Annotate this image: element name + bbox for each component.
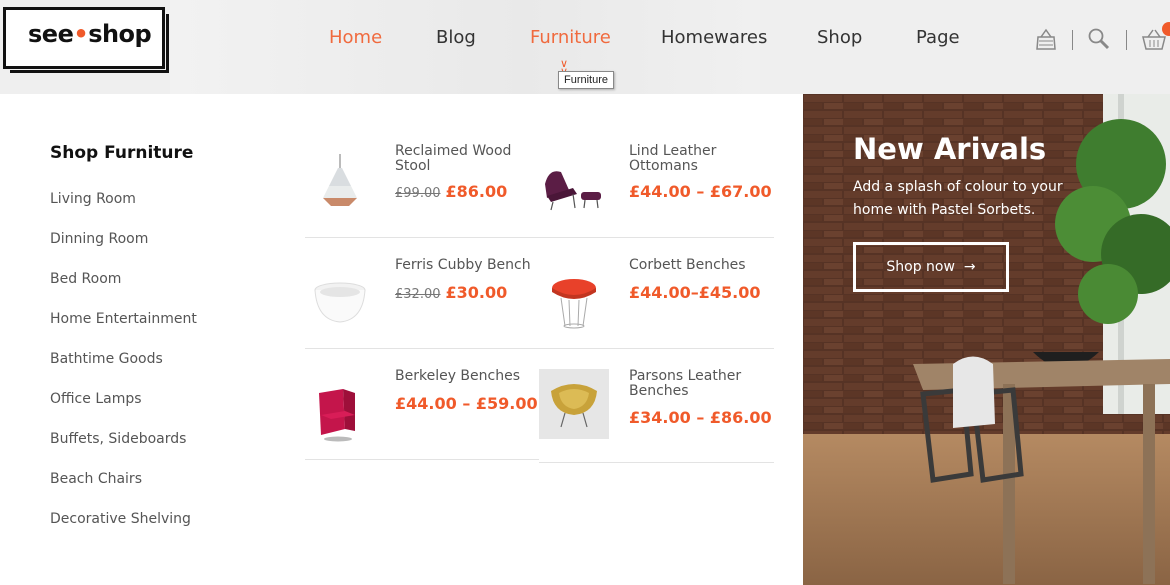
product-old-price: £32.00 (395, 287, 441, 302)
promo-background-image (803, 94, 1170, 585)
product-name[interactable]: Corbett Benches (629, 258, 769, 273)
row-divider (305, 348, 774, 349)
product-card[interactable]: Reclaimed Wood Stool £99.00 £86.00 (305, 144, 539, 255)
nav-page[interactable]: Page (916, 27, 960, 48)
category-living-room[interactable]: Living Room (50, 191, 197, 231)
product-card[interactable]: Lind Leather Ottomans £44.00 – £67.00 (539, 144, 773, 255)
product-sale-price: £30.00 (445, 283, 508, 302)
product-sale-price: £34.00 – £86.00 (629, 408, 772, 427)
header-separator (1126, 30, 1127, 50)
category-office-lamps[interactable]: Office Lamps (50, 391, 197, 431)
promo-title: New Arivals (853, 132, 1047, 166)
category-decorative-shelving[interactable]: Decorative Shelving (50, 511, 197, 551)
nav-home[interactable]: Home (329, 27, 382, 48)
product-name[interactable]: Berkeley Benches (395, 369, 535, 384)
armchair-icon (319, 389, 355, 442)
product-name[interactable]: Lind Leather Ottomans (629, 144, 769, 174)
shop-now-label: Shop now (886, 259, 955, 275)
product-card[interactable]: Corbett Benches £44.00–£45.00 (539, 258, 773, 369)
bowl-icon (314, 282, 366, 323)
pendant-lamp-icon (323, 154, 357, 206)
product-old-price: £99.00 (395, 186, 441, 201)
product-sale-price: £44.00 – £59.00 (395, 394, 538, 413)
shop-now-button[interactable]: Shop now → (853, 242, 1009, 292)
header-separator (1072, 30, 1073, 50)
product-price: £32.00 £30.00 (395, 283, 507, 302)
search-icon[interactable] (1087, 27, 1111, 51)
product-name[interactable]: Reclaimed Wood Stool (395, 144, 535, 174)
promo-subtitle: Add a splash of colour to your home with… (853, 179, 1063, 218)
product-name[interactable]: Ferris Cubby Bench (395, 258, 535, 273)
product-price: £44.00 – £59.00 (395, 394, 538, 413)
product-name[interactable]: Parsons Leather Benches (629, 369, 769, 399)
category-beach-chairs[interactable]: Beach Chairs (50, 471, 197, 511)
product-card[interactable]: Berkeley Benches £44.00 – £59.00 (305, 369, 539, 480)
lounge-chair-icon (545, 171, 601, 211)
stool-icon (552, 279, 596, 329)
category-title: Shop Furniture (50, 143, 194, 163)
nav-shop[interactable]: Shop (817, 27, 862, 48)
product-card[interactable]: Ferris Cubby Bench £32.00 £30.00 (305, 258, 539, 369)
logo-dot: • (73, 20, 89, 48)
product-card[interactable]: Parsons Leather Benches £34.00 – £86.00 (539, 369, 773, 480)
product-price: £99.00 £86.00 (395, 182, 507, 201)
product-sale-price: £86.00 (445, 182, 508, 201)
nav-tooltip: Furniture (558, 71, 615, 89)
category-bathtime-goods[interactable]: Bathtime Goods (50, 351, 197, 391)
promo-banner: New Arivals Add a splash of colour to yo… (803, 94, 1170, 585)
logo-text-part2: shop (88, 20, 152, 48)
logo-text: see•shop (28, 20, 152, 48)
row-divider (305, 459, 539, 460)
nav-furniture[interactable]: Furniture (530, 27, 611, 48)
product-sale-price: £44.00 – £67.00 (629, 182, 772, 201)
row-divider (539, 462, 774, 463)
nav-blog[interactable]: Blog (436, 27, 476, 48)
logo-text-part1: see (28, 20, 74, 48)
product-sale-price: £44.00–£45.00 (629, 283, 761, 302)
nav-homewares[interactable]: Homewares (661, 27, 767, 48)
logo[interactable]: see•shop (3, 7, 169, 73)
site-header: see•shop Home Blog Furniture Homewares S… (0, 0, 1170, 94)
product-price: £44.00 – £67.00 (629, 182, 772, 201)
bag-icon[interactable] (1034, 27, 1058, 51)
product-price: £44.00–£45.00 (629, 283, 760, 302)
cart-count-badge (1162, 22, 1170, 36)
category-bed-room[interactable]: Bed Room (50, 271, 197, 311)
category-dinning-room[interactable]: Dinning Room (50, 231, 197, 271)
category-buffets-sideboards[interactable]: Buffets, Sideboards (50, 431, 197, 471)
arrow-right-icon: → (959, 259, 976, 275)
category-list: Living Room Dinning Room Bed Room Home E… (50, 191, 197, 551)
product-price: £34.00 – £86.00 (629, 408, 772, 427)
row-divider (305, 237, 774, 238)
egg-chair-icon (539, 369, 609, 439)
category-home-entertainment[interactable]: Home Entertainment (50, 311, 197, 351)
